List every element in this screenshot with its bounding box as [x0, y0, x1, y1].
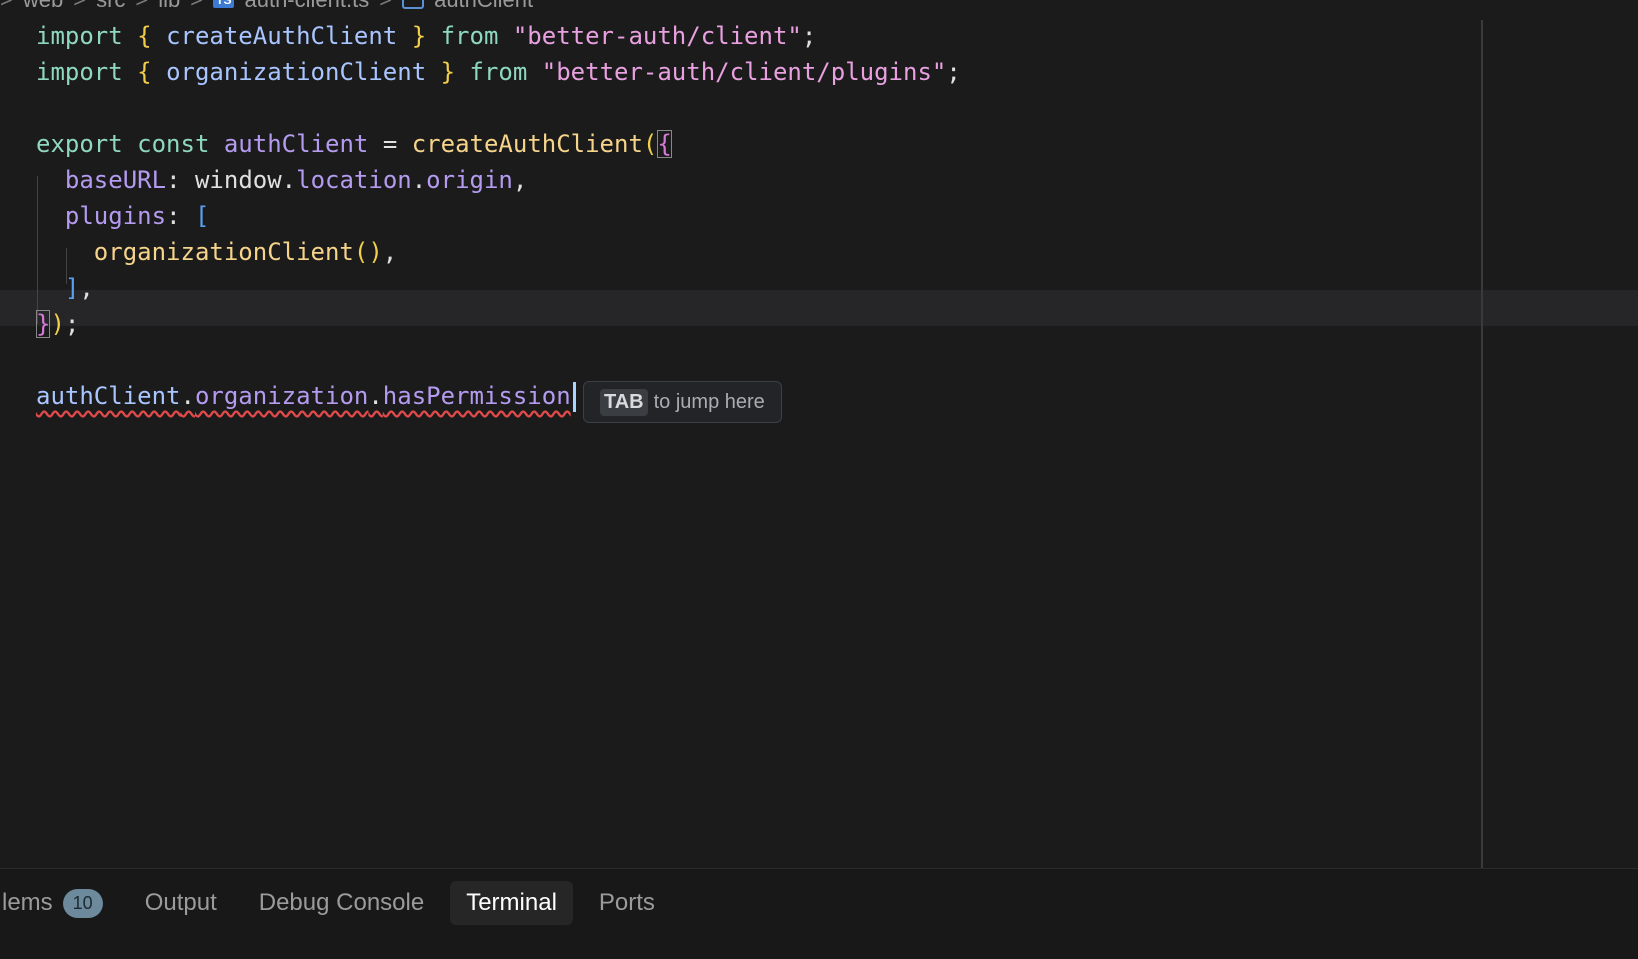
operator: = — [382, 130, 398, 158]
tab-label: Output — [144, 889, 217, 916]
brace: } — [411, 22, 427, 50]
code-line-4[interactable]: export const authClient = createAuthClie… — [36, 126, 672, 162]
editor-ruler — [1481, 20, 1483, 868]
tab-problems[interactable]: lems 10 — [0, 881, 119, 925]
tab-label: Terminal — [466, 889, 557, 916]
paren: ( — [642, 130, 658, 158]
code-line-11[interactable]: authClient.organization.hasPermission — [36, 378, 576, 414]
breadcrumb-item-web[interactable]: web — [23, 0, 63, 13]
hint-text: to jump here — [653, 390, 765, 413]
breadcrumb-separator: > — [190, 0, 203, 13]
tab-key-label: TAB — [600, 388, 648, 416]
breadcrumb-separator: > — [379, 0, 392, 13]
property: organization — [194, 382, 369, 410]
keyword: import — [36, 58, 123, 86]
dot: . — [411, 166, 427, 194]
breadcrumb-separator: > — [135, 0, 148, 13]
function-call: organizationClient — [93, 238, 354, 266]
keyword: const — [137, 130, 210, 158]
colon: : — [166, 202, 181, 230]
string: "better-auth/client/plugins" — [541, 58, 947, 86]
brace: { — [137, 22, 152, 50]
breadcrumb-item-symbol[interactable]: authClient — [434, 0, 533, 13]
typescript-file-icon: TS — [213, 0, 235, 8]
keyword: import — [36, 22, 123, 50]
code-line-9[interactable]: }); — [36, 306, 79, 342]
colon: : — [166, 166, 181, 194]
bracket: [ — [194, 202, 210, 230]
brace: } — [440, 58, 456, 86]
property: plugins — [64, 202, 167, 230]
comma: , — [512, 166, 528, 194]
breadcrumb-item-file[interactable]: auth-client.ts — [244, 0, 369, 13]
semicolon: ; — [801, 22, 817, 50]
matched-brace: } — [36, 310, 51, 338]
keyword: export — [36, 130, 123, 158]
code-line-5[interactable]: baseURL: window.location.origin, — [36, 162, 527, 198]
tab-ports[interactable]: Ports — [583, 881, 671, 925]
panel-tabs: lems 10 Output Debug Console Terminal Po… — [0, 881, 681, 925]
variable: authClient — [36, 382, 181, 410]
breadcrumb-separator: > — [73, 0, 86, 13]
tab-label: lems — [2, 889, 53, 916]
breadcrumb-separator: > — [0, 0, 13, 13]
breadcrumb-item-lib[interactable]: lib — [158, 0, 180, 13]
code-line-2[interactable]: import { organizationClient } from "bett… — [36, 54, 961, 90]
property: baseURL — [64, 166, 167, 194]
variable: authClient — [223, 130, 369, 158]
code-line-8[interactable]: ], — [36, 270, 94, 306]
text-cursor — [572, 382, 576, 412]
function-call: createAuthClient — [411, 130, 643, 158]
tab-terminal[interactable]: Terminal — [450, 881, 573, 925]
import-name: organizationClient — [166, 58, 427, 86]
code-line-6[interactable]: plugins: [ — [36, 198, 210, 234]
dot: . — [281, 166, 297, 194]
keyword: from — [440, 22, 499, 50]
comma: , — [79, 274, 94, 302]
tab-label: Ports — [598, 889, 655, 916]
bottom-panel: lems 10 Output Debug Console Terminal Po… — [0, 868, 1638, 959]
comma: , — [382, 238, 398, 266]
method: hasPermission — [382, 382, 571, 410]
parens: () — [353, 238, 383, 266]
tab-debug-console[interactable]: Debug Console — [243, 881, 440, 925]
matched-brace: { — [657, 130, 672, 158]
code-editor[interactable]: import { createAuthClient } from "better… — [0, 18, 1638, 868]
bracket: ] — [64, 274, 80, 302]
breadcrumb: > web > src > lib > TS auth-client.ts > … — [0, 0, 533, 14]
property: origin — [426, 166, 513, 194]
string: "better-auth/client" — [512, 22, 802, 50]
problems-count-badge: 10 — [62, 888, 103, 918]
tab-output[interactable]: Output — [129, 881, 233, 925]
code-line-1[interactable]: import { createAuthClient } from "better… — [36, 18, 816, 54]
tab-label: Debug Console — [258, 889, 425, 916]
keyword: from — [469, 58, 528, 86]
property: location — [296, 166, 412, 194]
brace: { — [137, 58, 152, 86]
variable-symbol-icon — [402, 0, 425, 9]
paren: ) — [50, 310, 65, 338]
current-line-highlight — [0, 290, 1638, 326]
semicolon: ; — [64, 310, 80, 338]
breadcrumb-item-src[interactable]: src — [96, 0, 125, 13]
dot: . — [368, 382, 383, 410]
semicolon: ; — [946, 58, 961, 86]
import-name: createAuthClient — [166, 22, 398, 50]
dot: . — [180, 382, 195, 410]
object: window — [194, 166, 282, 194]
code-line-7[interactable]: organizationClient(), — [36, 234, 397, 270]
tab-jump-hint[interactable]: TAB to jump here — [583, 381, 782, 423]
